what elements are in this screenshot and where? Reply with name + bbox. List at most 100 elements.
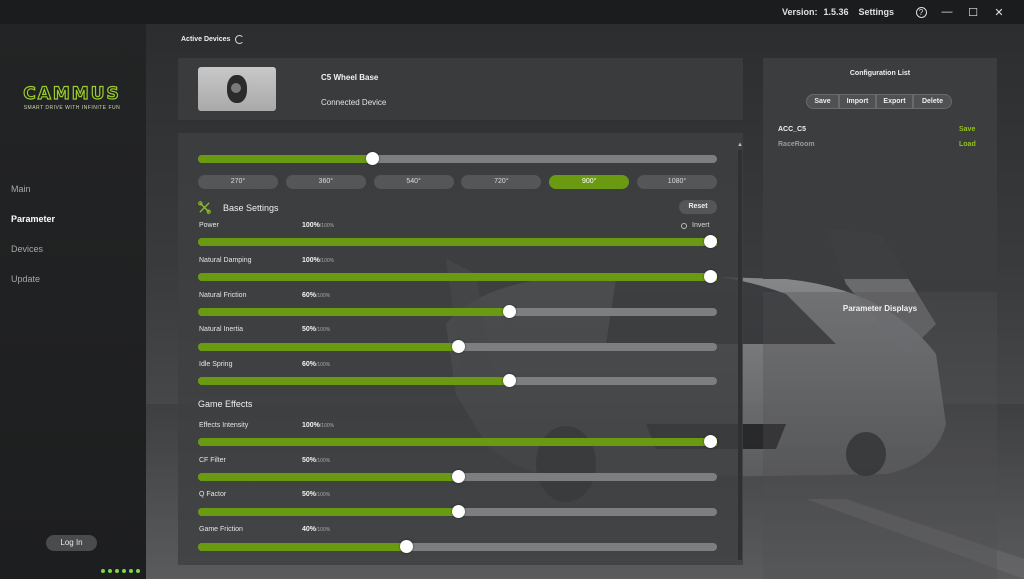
active-devices-label: Active Devices [181,36,231,43]
rotation-option-720[interactable]: 720° [461,175,542,189]
slider-handle[interactable] [503,374,516,387]
scrollbar[interactable] [738,150,742,560]
config-entry-load-action[interactable]: Load [959,141,976,148]
logo-text: CAMMUS [23,83,121,104]
cf-filter-slider[interactable] [198,470,717,483]
slider-handle[interactable] [452,470,465,483]
q-factor-slider[interactable] [198,505,717,518]
version-value: 1.5.36 [823,7,849,17]
slider-handle[interactable] [400,540,413,553]
minimize-button[interactable]: — [934,6,960,18]
param-value-effects-intensity: 100%/100% [302,422,335,429]
invert-label: Invert [692,222,710,229]
config-entry-save-action[interactable]: Save [959,126,975,133]
rotation-options: 270° 360° 540° 720° 900° 1080° [198,175,717,189]
rotation-option-540[interactable]: 540° [373,175,454,189]
rotation-slider[interactable] [198,152,717,165]
status-dots [101,569,140,573]
sidebar-item-parameter[interactable]: Parameter [0,204,146,234]
param-label-power: Power [199,222,219,229]
slider-handle[interactable] [704,270,717,283]
config-import-button[interactable]: Import [839,94,876,109]
slider-handle[interactable] [503,305,516,318]
sidebar-item-devices[interactable]: Devices [0,234,146,264]
param-label-natural-inertia: Natural Inertia [199,326,243,333]
active-devices-header: Active Devices [181,35,245,44]
rotation-option-360[interactable]: 360° [285,175,366,189]
title-bar: Version: 1.5.36 Settings ? — ☐ ✕ [0,0,1024,24]
version-info: Version: 1.5.36 [776,7,849,17]
param-value-cf-filter: 50%/100% [302,457,331,464]
slider-handle[interactable] [704,435,717,448]
configuration-panel [763,58,997,279]
maximize-button[interactable]: ☐ [960,6,986,19]
wheel-base-icon [227,75,247,103]
param-value-game-friction: 40%/100% [302,526,331,533]
slider-fill [198,377,509,385]
idle-spring-slider[interactable] [198,374,717,387]
close-button[interactable]: ✕ [986,6,1012,19]
game-friction-slider[interactable] [198,540,717,553]
device-card[interactable]: C5 Wheel Base Connected Device [178,58,743,120]
reset-button[interactable]: Reset [679,200,717,214]
tools-icon [198,201,211,214]
login-button[interactable]: Log In [46,535,97,551]
param-value-natural-friction: 60%/100% [302,292,331,299]
device-status: Connected Device [321,98,387,107]
param-value-idle-spring: 60%/100% [302,361,331,368]
help-icon: ? [915,7,927,18]
slider-fill [198,473,458,481]
config-export-button[interactable]: Export [876,94,913,109]
param-value-natural-damping: 100%/100% [302,257,335,264]
invert-toggle[interactable]: Invert [681,222,710,229]
device-thumbnail [198,67,276,111]
natural-friction-slider[interactable] [198,305,717,318]
param-value-q-factor: 50%/100% [302,491,331,498]
slider-handle[interactable] [452,340,465,353]
power-slider[interactable] [198,235,717,248]
configuration-toolbar: Save Import Export Delete [806,94,952,109]
rotation-option-270[interactable]: 270° [198,175,278,189]
slider-fill [198,508,458,516]
config-save-button[interactable]: Save [806,94,839,109]
param-label-q-factor: Q Factor [199,491,227,498]
invert-radio[interactable] [681,222,687,229]
slider-fill [198,438,717,446]
config-delete-button[interactable]: Delete [913,94,952,109]
base-settings-title: Base Settings [223,203,279,213]
game-effects-title: Game Effects [198,399,253,409]
natural-damping-slider[interactable] [198,270,717,283]
parameter-displays-title: Parameter Displays [842,304,918,313]
slider-fill [198,343,458,351]
param-value-natural-inertia: 50%/100% [302,326,331,333]
logo-tagline: SMART DRIVE WITH INFINITE FUN [23,105,121,111]
config-entry-name[interactable]: ACC_C5 [778,126,806,133]
config-entry-name[interactable]: RaceRoom [778,141,815,148]
sidebar-item-update[interactable]: Update [0,264,146,294]
slider-fill [198,238,717,246]
rotation-option-900[interactable]: 900° [549,175,630,189]
configuration-title: Configuration List [849,70,911,77]
brand-logo: CAMMUS SMART DRIVE WITH INFINITE FUN [8,83,136,111]
scroll-up-icon[interactable]: ▲ [737,142,743,148]
device-name: C5 Wheel Base [321,73,379,82]
param-label-natural-friction: Natural Friction [199,292,247,299]
param-label-game-friction: Game Friction [199,526,243,533]
effects-intensity-slider[interactable] [198,435,717,448]
param-label-natural-damping: Natural Damping [199,257,252,264]
settings-link[interactable]: Settings [858,7,894,17]
sidebar-nav: Main Parameter Devices Update [0,174,146,294]
natural-inertia-slider[interactable] [198,340,717,353]
param-label-effects-intensity: Effects Intensity [199,422,249,429]
param-value-power: 100%/100% [302,222,335,229]
slider-handle[interactable] [704,235,717,248]
slider-handle[interactable] [366,152,379,165]
rotation-option-1080[interactable]: 1080° [636,175,717,189]
slider-handle[interactable] [452,505,465,518]
sidebar-item-main[interactable]: Main [0,174,146,204]
parameter-displays-panel [763,292,997,579]
refresh-icon[interactable] [235,35,245,44]
help-button[interactable]: ? [908,6,934,18]
param-label-cf-filter: CF Filter [199,457,226,464]
slider-fill [198,308,509,316]
